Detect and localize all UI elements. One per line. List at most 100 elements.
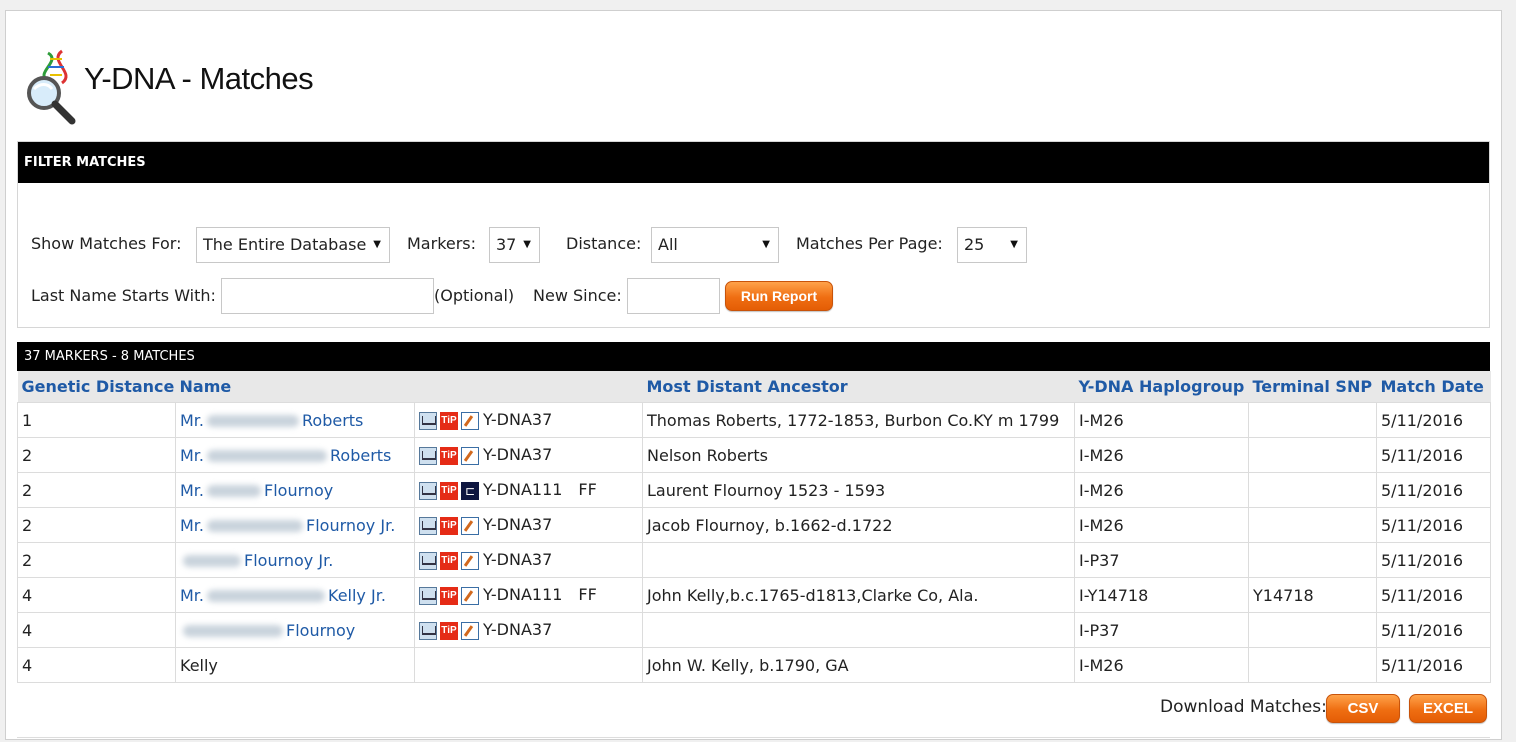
tip-icon[interactable]: TiP <box>440 516 458 535</box>
last-name-label: Last Name Starts With: <box>31 286 216 305</box>
terminal-snp-cell <box>1248 612 1377 648</box>
col-terminal-snp[interactable]: Terminal SNP <box>1248 371 1377 403</box>
match-name-link[interactable]: Mr. Roberts <box>180 446 391 465</box>
col-match-date[interactable]: Match Date <box>1376 371 1491 403</box>
haplogroup-cell: I-M26 <box>1074 402 1249 438</box>
download-excel-button[interactable]: EXCEL <box>1409 694 1487 723</box>
name-surname: Flournoy <box>286 620 356 640</box>
family-finder-badge: FF <box>578 480 597 500</box>
filter-panel: FILTER MATCHES Show Matches For: The Ent… <box>17 141 1490 328</box>
match-date-cell: 5/11/2016 <box>1376 437 1491 473</box>
matches-per-page-label: Matches Per Page: <box>796 234 943 253</box>
tip-icon[interactable]: TiP <box>440 411 458 430</box>
name-surname: Roberts <box>330 445 392 465</box>
main-panel: Y-DNA - Matches FILTER MATCHES Show Matc… <box>5 10 1502 740</box>
email-icon[interactable] <box>419 621 437 640</box>
notes-icon[interactable] <box>461 516 479 535</box>
haplogroup-cell: I-Y14718 <box>1074 577 1249 613</box>
test-type: Y-DNA37 <box>483 515 553 535</box>
new-since-input[interactable] <box>627 278 720 314</box>
name-surname: Kelly Jr. <box>328 585 386 605</box>
match-name-link[interactable]: Mr. Flournoy <box>180 481 333 500</box>
show-matches-value: The Entire Database <box>203 235 367 254</box>
match-name-link[interactable]: Flournoy Jr. <box>180 551 333 570</box>
ancestor-cell <box>642 542 1075 578</box>
tools-cell <box>414 647 643 683</box>
distance-value: All <box>658 235 678 254</box>
notes-icon[interactable] <box>461 551 479 570</box>
match-date-cell: 5/11/2016 <box>1376 577 1491 613</box>
matches-per-page-select[interactable]: 25 ▼ <box>957 227 1027 263</box>
email-icon[interactable] <box>419 481 437 500</box>
show-matches-label: Show Matches For: <box>31 234 182 253</box>
dna-magnifier-logo-icon <box>27 49 76 125</box>
match-name-link[interactable]: Mr. Kelly Jr. <box>180 586 386 605</box>
tip-icon[interactable]: TiP <box>440 551 458 570</box>
ancestor-cell: John W. Kelly, b.1790, GA <box>642 647 1075 683</box>
download-csv-button[interactable]: CSV <box>1326 694 1400 723</box>
col-name[interactable]: Name <box>175 371 415 403</box>
test-type: Y-DNA111 <box>483 480 563 500</box>
col-haplogroup[interactable]: Y-DNA Haplogroup <box>1074 371 1249 403</box>
notes-icon[interactable] <box>461 446 479 465</box>
filter-header: FILTER MATCHES <box>18 142 1489 183</box>
match-name-link[interactable]: Mr. Roberts <box>180 411 363 430</box>
tip-icon[interactable]: TiP <box>440 481 458 500</box>
email-icon[interactable] <box>419 551 437 570</box>
notes-icon[interactable] <box>461 586 479 605</box>
haplogroup-cell: I-P37 <box>1074 612 1249 648</box>
tip-icon[interactable]: TiP <box>440 621 458 640</box>
col-most-distant-ancestor[interactable]: Most Distant Ancestor <box>642 371 1075 403</box>
markers-select[interactable]: 37 ▼ <box>489 227 540 263</box>
redacted-name <box>207 590 325 602</box>
test-type: Y-DNA37 <box>483 410 553 430</box>
name-cell: Flournoy <box>175 612 415 648</box>
email-icon[interactable] <box>419 586 437 605</box>
terminal-snp-cell <box>1248 437 1377 473</box>
terminal-snp-cell <box>1248 402 1377 438</box>
tip-icon[interactable]: TiP <box>440 586 458 605</box>
table-row: 1 Mr. Roberts TiP Y-DNA37 Thomas Roberts, … <box>17 402 1491 438</box>
tip-icon[interactable]: TiP <box>440 446 458 465</box>
tools-cell: TiP Y-DNA111 FF <box>414 577 643 613</box>
table-row: 2 Mr. Flournoy TiP ⊏ Y-DNA111 FF Laurent Flo… <box>17 472 1491 508</box>
family-finder-badge: FF <box>578 585 597 605</box>
col-genetic-distance[interactable]: Genetic Distance <box>17 371 176 403</box>
name-cell: Mr. Roberts <box>175 402 415 438</box>
name-cell: Flournoy Jr. <box>175 542 415 578</box>
last-name-input[interactable] <box>221 278 434 314</box>
redacted-name <box>207 520 303 532</box>
tools-cell: TiP Y-DNA37 <box>414 612 643 648</box>
show-matches-select[interactable]: The Entire Database ▼ <box>196 227 390 263</box>
dropdown-arrow-icon: ▼ <box>1010 239 1018 250</box>
run-report-button[interactable]: Run Report <box>725 281 833 311</box>
name-cell: Mr. Kelly Jr. <box>175 577 415 613</box>
terminal-snp-cell: Y14718 <box>1248 577 1377 613</box>
test-type: Y-DNA37 <box>483 620 553 640</box>
notes-icon[interactable] <box>461 411 479 430</box>
match-name-link[interactable]: Flournoy <box>180 621 355 640</box>
download-matches-label: Download Matches: <box>1160 697 1327 717</box>
email-icon[interactable] <box>419 446 437 465</box>
haplogroup-cell: I-P37 <box>1074 542 1249 578</box>
ancestor-cell <box>642 612 1075 648</box>
table-row: 4 Flournoy TiP Y-DNA37 I-P37 5/11/2016 <box>17 612 1491 648</box>
ancestor-cell: Thomas Roberts, 1772-1853, Burbon Co.KY … <box>642 402 1075 438</box>
name-prefix: Mr. <box>180 585 204 605</box>
notes-icon[interactable] <box>461 621 479 640</box>
dropdown-arrow-icon: ▼ <box>523 239 531 250</box>
email-icon[interactable] <box>419 516 437 535</box>
page-title: Y-DNA - Matches <box>84 61 314 96</box>
distance-select[interactable]: All ▼ <box>651 227 779 263</box>
haplogroup-cell: I-M26 <box>1074 647 1249 683</box>
family-tree-icon[interactable]: ⊏ <box>461 481 479 500</box>
genetic-distance-cell: 2 <box>17 472 176 508</box>
terminal-snp-cell <box>1248 542 1377 578</box>
match-name-link[interactable]: Mr. Flournoy Jr. <box>180 516 395 535</box>
match-date-cell: 5/11/2016 <box>1376 647 1491 683</box>
email-icon[interactable] <box>419 411 437 430</box>
test-type: Y-DNA37 <box>483 550 553 570</box>
table-row: 2 Mr. Flournoy Jr. TiP Y-DNA37 Jacob Flour… <box>17 507 1491 543</box>
test-type: Y-DNA111 <box>483 585 563 605</box>
table-header-row: Genetic Distance Name Most Distant Ances… <box>17 371 1491 403</box>
